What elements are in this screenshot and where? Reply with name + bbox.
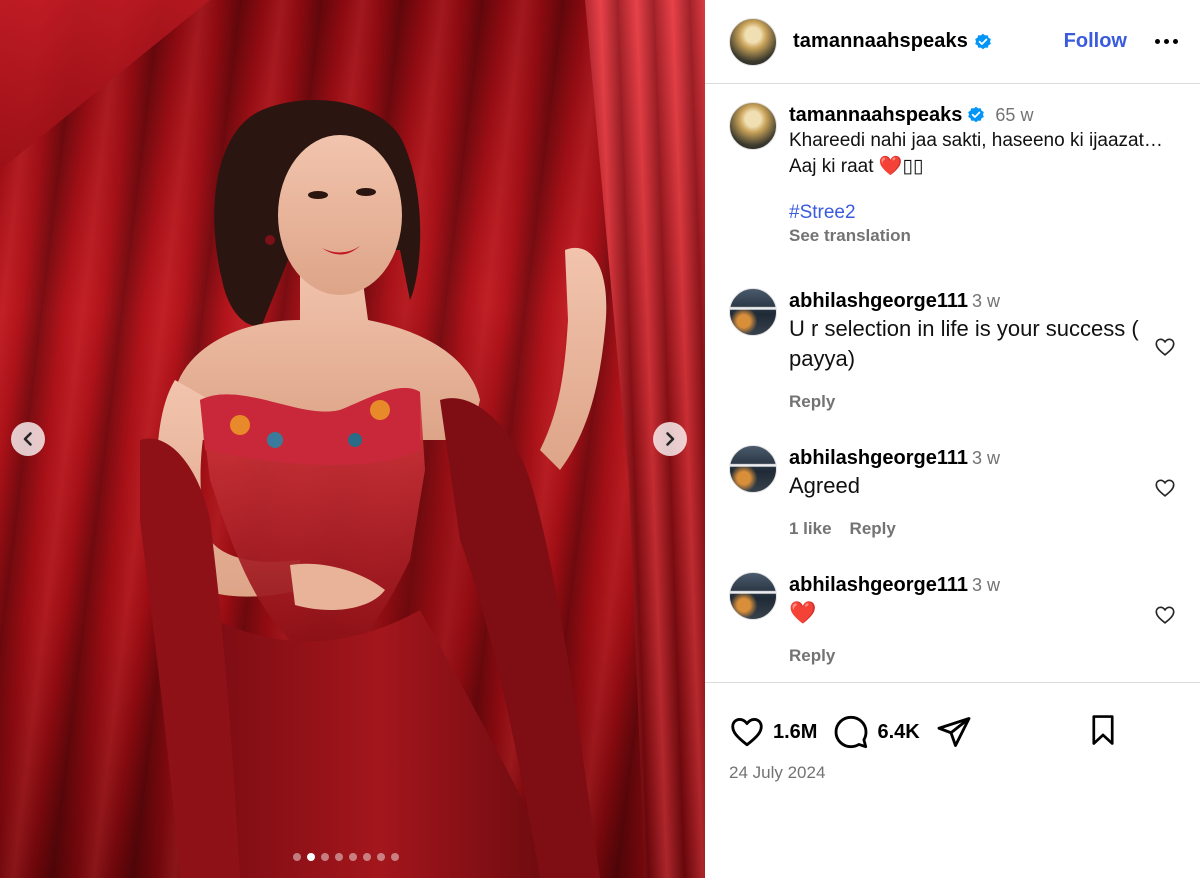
comment-item: abhilashgeorge111 3 w ❤️ Reply xyxy=(729,572,1176,666)
post-media[interactable] xyxy=(0,0,705,878)
comment-time[interactable]: 3 w xyxy=(972,291,1000,311)
comment-bubble-icon xyxy=(835,715,868,749)
comment-username[interactable]: abhilashgeorge111 xyxy=(789,290,968,312)
bookmark-icon xyxy=(1092,714,1114,745)
comment-likes-count[interactable]: 1 like xyxy=(789,519,832,539)
carousel-dot xyxy=(335,853,343,861)
share-button[interactable] xyxy=(936,714,972,750)
reply-button[interactable]: Reply xyxy=(850,519,896,539)
comments-section[interactable]: tamannaahspeaks 65 w Khareedi nahi jaa s… xyxy=(705,84,1200,682)
carousel-dot xyxy=(293,853,301,861)
chevron-left-icon xyxy=(23,432,32,446)
comment-item: abhilashgeorge111 3 w Agreed 1 like Reply xyxy=(729,445,1176,539)
post-header: tamannaahspeaks Follow xyxy=(705,0,1200,84)
author-avatar[interactable] xyxy=(729,17,777,66)
comment-text: ❤️ xyxy=(789,600,817,625)
comment-text: Agreed xyxy=(789,473,860,498)
carousel-dot xyxy=(391,853,399,861)
caption-author-avatar[interactable] xyxy=(729,102,777,150)
comment-like-heart-icon[interactable] xyxy=(1154,336,1176,358)
comment-time[interactable]: 3 w xyxy=(972,448,1000,468)
carousel-prev-button[interactable] xyxy=(11,422,45,456)
carousel-dot xyxy=(307,853,315,861)
post-actions-bar: 1.6M 6.4K 24 July 2024 xyxy=(705,682,1200,878)
verified-badge-icon xyxy=(968,106,985,123)
author-username-row[interactable]: tamannaahspeaks xyxy=(793,30,992,53)
carousel-next-button[interactable] xyxy=(653,422,687,456)
more-options-icon[interactable] xyxy=(1155,39,1178,44)
comment-like-heart-icon[interactable] xyxy=(1154,604,1176,626)
comment-time[interactable]: 3 w xyxy=(972,575,1000,595)
see-translation-link[interactable]: See translation xyxy=(789,226,1176,246)
caption: tamannaahspeaks 65 w Khareedi nahi jaa s… xyxy=(729,102,1176,246)
comment-button[interactable]: 6.4K xyxy=(833,714,935,750)
chevron-right-icon xyxy=(666,432,675,446)
comment-username[interactable]: abhilashgeorge111 xyxy=(789,447,968,469)
author-username[interactable]: tamannaahspeaks xyxy=(793,30,968,53)
heart-icon xyxy=(731,717,763,747)
save-button[interactable] xyxy=(1086,713,1120,752)
caption-text: Khareedi nahi jaa sakti, haseeno ki ijaa… xyxy=(789,130,1163,177)
caption-username[interactable]: tamannaahspeaks xyxy=(789,102,962,128)
caption-hashtag[interactable]: #Stree2 xyxy=(789,202,1176,224)
commenter-avatar[interactable] xyxy=(729,445,777,493)
comment-like-heart-icon[interactable] xyxy=(1154,477,1176,499)
reply-button[interactable]: Reply xyxy=(789,392,835,412)
comment-item: abhilashgeorge111 3 w U r selection in li… xyxy=(729,288,1176,412)
post-sidebar: tamannaahspeaks Follow tamannaahspeaks 6… xyxy=(705,0,1200,878)
carousel-dot xyxy=(349,853,357,861)
post-date: 24 July 2024 xyxy=(729,763,826,782)
carousel-dot xyxy=(321,853,329,861)
send-icon xyxy=(937,717,971,747)
post-photo xyxy=(140,100,607,878)
verified-badge-icon xyxy=(975,33,991,49)
caption-time[interactable]: 65 w xyxy=(995,102,1033,128)
carousel-dot xyxy=(363,853,371,861)
comment-text: U r selection in life is your success ( … xyxy=(789,316,1139,371)
likes-count[interactable]: 1.6M xyxy=(773,721,817,744)
commenter-avatar[interactable] xyxy=(729,288,777,336)
commenter-avatar[interactable] xyxy=(729,572,777,620)
comment-username[interactable]: abhilashgeorge111 xyxy=(789,574,968,596)
reply-button[interactable]: Reply xyxy=(789,646,835,666)
like-button[interactable]: 1.6M xyxy=(729,714,833,750)
comments-count[interactable]: 6.4K xyxy=(877,721,919,744)
carousel-dot xyxy=(377,853,385,861)
follow-button[interactable]: Follow xyxy=(1064,30,1127,53)
carousel-indicator xyxy=(293,853,399,861)
